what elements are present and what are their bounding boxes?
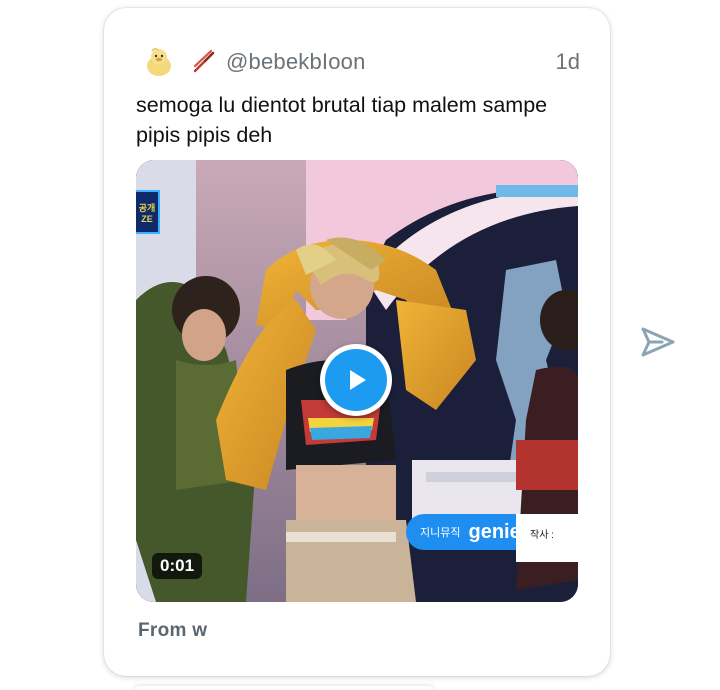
video-thumbnail[interactable]: 공개 ZE 지니뮤직 genie 작사 : 0:01 <box>136 160 578 602</box>
post-text-line: semoga lu dientot brutal tiap malem samp… <box>136 93 548 117</box>
author-handle[interactable]: @bebekbIoon <box>226 49 366 75</box>
genie-small-label: 지니뮤직 <box>420 527 461 539</box>
play-icon <box>350 370 366 390</box>
post-text: semoga lu dientot brutal tiap malem samp… <box>136 90 586 150</box>
post-footer: From w <box>138 620 208 641</box>
video-duration: 0:01 <box>152 553 203 579</box>
next-card-edge <box>134 686 434 690</box>
play-button[interactable] <box>320 344 392 416</box>
post-header: @bebekbIoon 1d <box>142 44 580 80</box>
post-timestamp: 1d <box>555 49 580 74</box>
send-icon[interactable] <box>640 326 676 358</box>
broadcast-ticker: 공개 ZE <box>136 190 160 234</box>
genie-logo-text: genie <box>468 520 521 543</box>
play-button-inner <box>325 349 387 411</box>
credit-strip: 작사 : <box>516 514 578 562</box>
page: @bebekbIoon 1d semoga lu dientot brutal … <box>0 0 720 690</box>
chopsticks-emoji-icon <box>190 48 218 76</box>
ticker-text: 공개 <box>138 202 156 213</box>
post-text-line: pipis pipis deh <box>136 123 273 147</box>
credit-label: 작사 : <box>530 530 554 541</box>
post-card[interactable]: @bebekbIoon 1d semoga lu dientot brutal … <box>104 8 610 676</box>
ticker-text: ZE <box>141 213 153 224</box>
duck-avatar-icon[interactable] <box>142 45 176 79</box>
